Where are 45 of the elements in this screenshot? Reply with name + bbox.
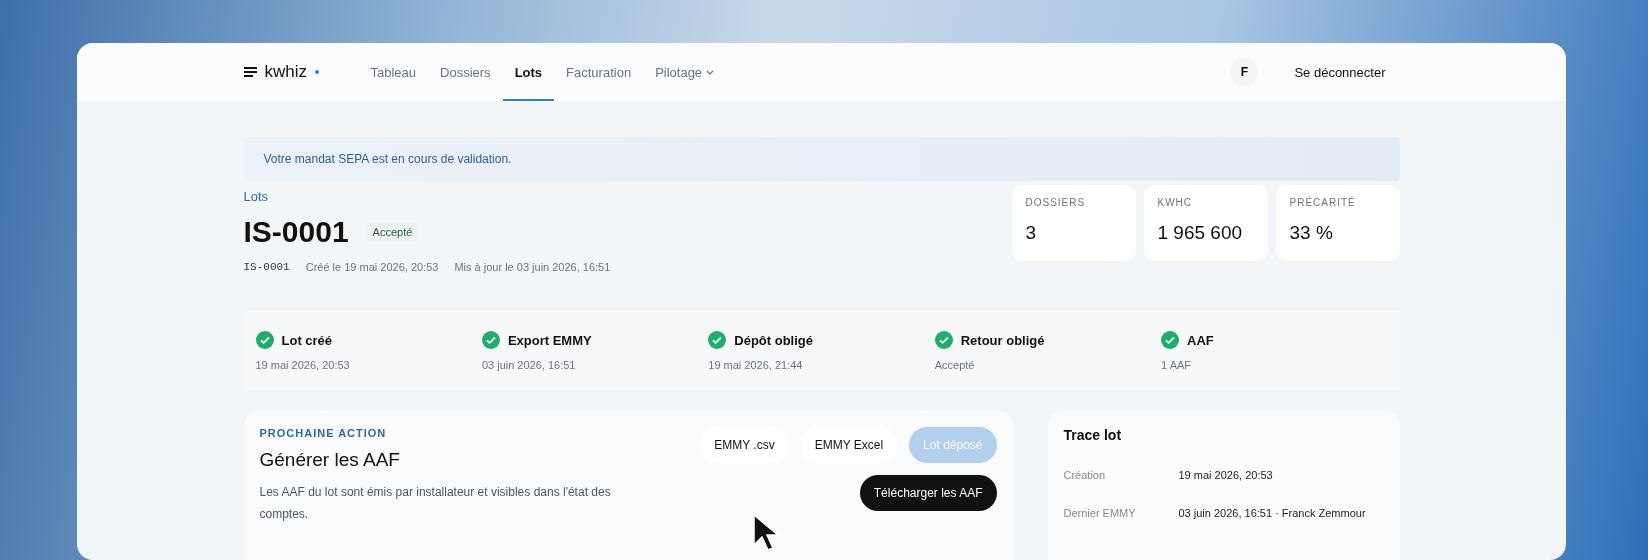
step-label: AAF bbox=[1187, 332, 1214, 348]
lot-title: IS-0001 bbox=[243, 215, 349, 249]
step-detail: 19 mai 2026, 20:53 bbox=[255, 359, 351, 371]
breadcrumb-link[interactable]: Lots bbox=[243, 189, 269, 204]
updated-date: Mis à jour le 03 juin 2026, 16:51 bbox=[454, 261, 611, 273]
trace-label: Création bbox=[1063, 469, 1107, 481]
step-label: Dépôt obligé bbox=[734, 332, 813, 348]
section-eyebrow: PROCHAINE ACTION bbox=[259, 427, 388, 439]
lot-code: IS-0001 bbox=[243, 261, 290, 273]
status-badge: Accepté bbox=[366, 223, 419, 241]
trace-value: 03 juin 2026, 16:51 · Franck Zemmour bbox=[1178, 507, 1367, 519]
step-detail: 03 juin 2026, 16:51 bbox=[481, 359, 577, 371]
stat-value: 1 965 600 bbox=[1157, 222, 1244, 244]
nav-tab[interactable]: Dossiers bbox=[428, 43, 503, 101]
step-detail: 1 AAF bbox=[1161, 359, 1193, 371]
chevron-down-icon bbox=[706, 69, 715, 75]
trace-title: Trace lot bbox=[1063, 427, 1123, 443]
nav-tab[interactable]: Facturation bbox=[554, 43, 644, 101]
stat-value: 3 bbox=[1025, 222, 1038, 244]
logout-link[interactable]: Se déconnecter bbox=[1280, 56, 1400, 88]
action-title: Générer les AAF bbox=[259, 449, 401, 471]
step-label: Lot créé bbox=[281, 332, 333, 348]
nav-tab[interactable]: Lots bbox=[502, 43, 555, 101]
step-detail: Accepté bbox=[934, 359, 976, 371]
info-banner: Votre mandat SEPA est en cours de validation. bbox=[243, 137, 1400, 181]
brand-dot bbox=[315, 70, 319, 74]
trace-label: Dernier EMMY bbox=[1063, 507, 1137, 519]
action-button[interactable]: EMMY Excel bbox=[800, 427, 898, 463]
action-button[interactable]: EMMY .csv bbox=[700, 427, 789, 463]
step-detail: 19 mai 2026, 21:44 bbox=[708, 359, 804, 371]
nav-tab[interactable]: Pilotage bbox=[643, 43, 727, 101]
created-date: Créé le 19 mai 2026, 20:53 bbox=[305, 261, 439, 273]
stat-label: DOSSIERS bbox=[1025, 197, 1087, 208]
stat-label: KWHC bbox=[1157, 197, 1194, 208]
menu-icon[interactable] bbox=[243, 67, 257, 77]
step-label: Export EMMY bbox=[507, 332, 592, 348]
trace-value: 19 mai 2026, 20:53 bbox=[1178, 469, 1274, 481]
nav-tab[interactable]: Tableau bbox=[358, 43, 429, 101]
stat-label: PRÉCARITÉ bbox=[1289, 197, 1357, 208]
brand-name: kwhiz bbox=[264, 62, 307, 82]
action-button[interactable]: Télécharger les AAF bbox=[859, 475, 997, 511]
stat-value: 33 % bbox=[1289, 222, 1334, 244]
avatar[interactable]: F bbox=[1230, 58, 1259, 86]
action-description: Les AAF du lot sont émis par installateur et visibles dans l'état des comptes. bbox=[259, 484, 612, 523]
step-label: Retour obligé bbox=[960, 332, 1045, 348]
